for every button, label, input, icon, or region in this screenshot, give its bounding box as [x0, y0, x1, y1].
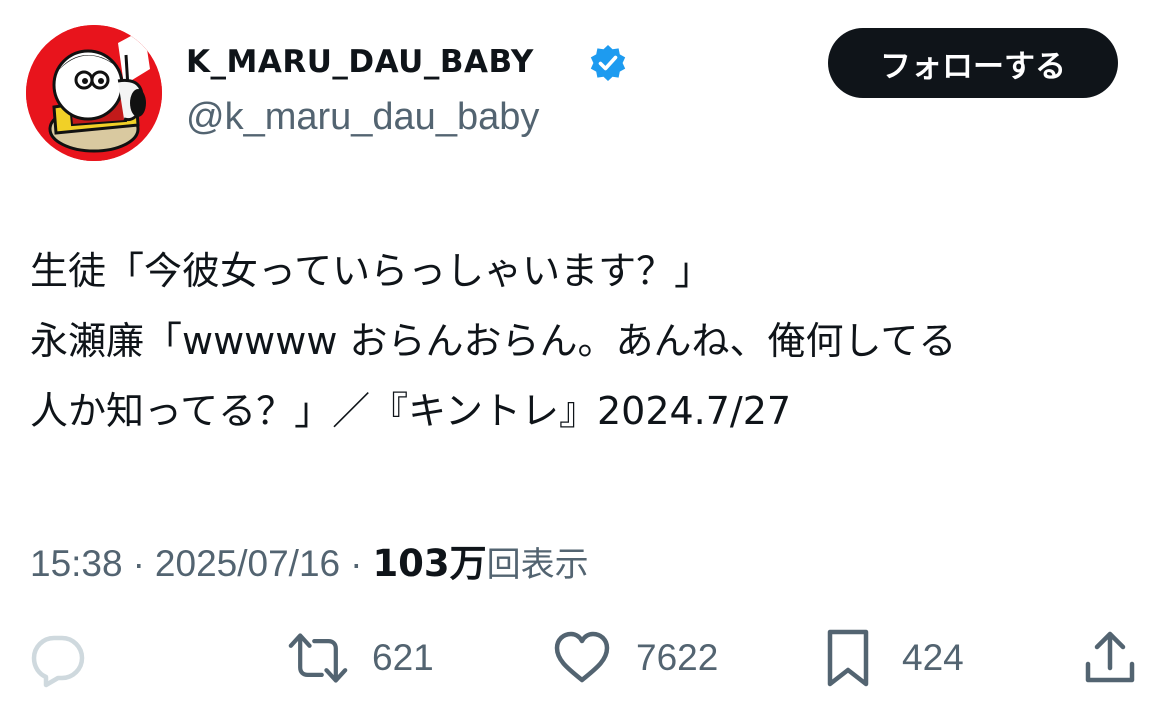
verified-badge-icon	[588, 43, 628, 83]
retweet-button[interactable]: 621	[288, 620, 434, 696]
avatar-mascot-image	[26, 25, 162, 161]
tweet-text-line: 生徒「今彼女っていらっしゃいます？」	[30, 249, 713, 293]
tweet-meta: 15:38 · 2025/07/16 · 103万 回表示	[30, 533, 589, 587]
tweet-date[interactable]: 2025/07/16	[155, 543, 340, 585]
tweet-time[interactable]: 15:38	[30, 543, 123, 585]
reply-icon	[28, 628, 88, 688]
author-display-name[interactable]: K_MARU_DAU_BABY	[186, 44, 534, 80]
views-label: 回表示	[486, 545, 589, 585]
bookmark-button[interactable]: 424	[818, 620, 964, 696]
retweet-icon	[288, 628, 348, 688]
reply-button[interactable]	[28, 620, 88, 696]
share-button[interactable]	[1080, 620, 1140, 696]
tweet-text-line: 永瀬廉「wwwww おらんおらん。あんね、俺何してる	[30, 319, 957, 363]
tweet-text-line: 人か知ってる？」／『キントレ』2024.7/27	[30, 389, 792, 433]
meta-separator: ·	[132, 543, 145, 584]
follow-button[interactable]: フォローする	[828, 28, 1118, 98]
meta-separator: ·	[350, 543, 363, 584]
like-button[interactable]: 7622	[552, 620, 718, 696]
avatar[interactable]	[26, 25, 162, 161]
like-count: 7622	[636, 637, 719, 678]
heart-icon	[552, 628, 612, 688]
author-handle[interactable]: @k_maru_dau_baby	[186, 96, 539, 139]
retweet-count: 621	[372, 637, 434, 678]
bookmark-count: 424	[902, 637, 964, 678]
tweet-text: 生徒「今彼女っていらっしゃいます？」 永瀬廉「wwwww おらんおらん。あんね、…	[30, 236, 1150, 446]
share-icon	[1080, 628, 1140, 688]
views-count: 103万	[372, 542, 487, 585]
bookmark-icon	[818, 628, 878, 688]
